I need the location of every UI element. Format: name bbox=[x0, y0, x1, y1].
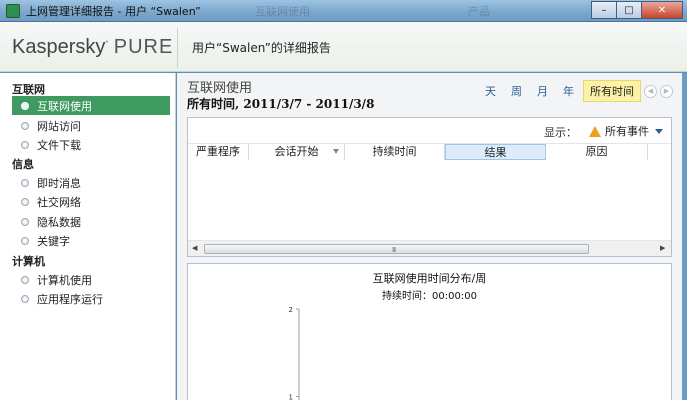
column-header-reason[interactable]: 原因 bbox=[546, 144, 648, 160]
filter-label: 显示： bbox=[544, 126, 577, 139]
scrollbar-thumb[interactable]: III bbox=[204, 244, 589, 254]
sidebar-item-instant-messages[interactable]: 即时消息 bbox=[12, 173, 170, 192]
column-header-label: 会话开始 bbox=[274, 145, 319, 158]
window-frame bbox=[682, 73, 687, 400]
column-header-result[interactable]: 结果 bbox=[445, 144, 546, 160]
background-window-text: 互联网使用 bbox=[255, 5, 310, 18]
chart-plot: 21 bbox=[289, 306, 300, 400]
tab-week[interactable]: 周 bbox=[505, 81, 528, 101]
column-header-duration[interactable]: 持续时间 bbox=[345, 144, 445, 160]
chart-panel: 互联网使用时间分布/周 持续时间：00:00:00 21 bbox=[187, 263, 672, 400]
events-table: 显示： 所有事件 严重程序 会话开始 持续时间 结果 原因 ◀ III ▶ bbox=[187, 117, 672, 257]
sidebar-group-messages: 信息 bbox=[12, 158, 34, 171]
scroll-left-icon[interactable]: ◀ bbox=[192, 244, 197, 252]
header-divider bbox=[177, 28, 178, 68]
next-arrow-icon[interactable]: ▶ bbox=[660, 84, 673, 98]
sidebar-item-label: 互联网使用 bbox=[37, 99, 92, 113]
column-header-filler bbox=[648, 144, 671, 160]
date-range-label: 所有时间, 2011/3/7 - 2011/3/8 bbox=[187, 97, 375, 111]
radio-bullet-icon bbox=[21, 217, 29, 226]
radio-bullet-icon bbox=[21, 236, 29, 245]
column-header-severity[interactable]: 严重程序 bbox=[188, 144, 249, 160]
filter-bar: 显示： 所有事件 bbox=[188, 118, 671, 144]
window-controls: – □ ✕ bbox=[591, 1, 683, 19]
tab-day[interactable]: 天 bbox=[479, 81, 502, 101]
radio-bullet-icon bbox=[21, 140, 29, 149]
section-title: 互联网使用 bbox=[187, 81, 253, 96]
sidebar-item-computer-usage[interactable]: 计算机使用 bbox=[12, 270, 170, 289]
maximize-button[interactable]: □ bbox=[616, 1, 642, 19]
period-tabs: 天 周 月 年 所有时间 ◀ ▶ bbox=[476, 80, 673, 102]
sidebar-item-app-launches[interactable]: 应用程序运行 bbox=[12, 289, 170, 308]
app-header: Kaspersky° PURE 用户“Swalen”的详细报告 bbox=[0, 22, 687, 72]
tab-all-time[interactable]: 所有时间 bbox=[583, 80, 641, 102]
sidebar-item-label: 计算机使用 bbox=[37, 273, 92, 287]
sidebar-item-label: 即时消息 bbox=[37, 176, 81, 190]
tab-year[interactable]: 年 bbox=[557, 81, 580, 101]
filter-value: 所有事件 bbox=[605, 125, 649, 138]
sidebar-item-label: 社交网络 bbox=[37, 195, 81, 209]
minimize-button[interactable]: – bbox=[591, 1, 617, 19]
window-title: 上网管理详细报告 - 用户 “Swalen” bbox=[26, 5, 201, 18]
horizontal-scrollbar[interactable]: ◀ III ▶ bbox=[188, 240, 671, 256]
sidebar-item-label: 关键字 bbox=[37, 234, 70, 248]
sidebar-item-private-data[interactable]: 隐私数据 bbox=[12, 212, 170, 231]
sidebar-item-keywords[interactable]: 关键字 bbox=[12, 231, 170, 250]
close-button[interactable]: ✕ bbox=[641, 1, 683, 19]
sidebar-group-internet: 互联网 bbox=[12, 83, 45, 96]
window-titlebar[interactable]: 上网管理详细报告 - 用户 “Swalen” 互联网使用 产品 – □ ✕ bbox=[0, 0, 687, 22]
radio-bullet-icon bbox=[21, 178, 29, 187]
scroll-right-icon[interactable]: ▶ bbox=[660, 244, 665, 252]
sidebar-group-computer: 计算机 bbox=[12, 255, 45, 268]
prev-arrow-icon[interactable]: ◀ bbox=[644, 84, 657, 98]
logo-product: PURE bbox=[113, 36, 174, 58]
scrollbar-grip: III bbox=[392, 246, 396, 254]
sidebar-item-label: 网站访问 bbox=[37, 119, 81, 133]
column-header-session-start[interactable]: 会话开始 bbox=[249, 144, 345, 160]
radio-bullet-icon bbox=[21, 121, 29, 130]
y-tick-label: 1 bbox=[289, 394, 293, 400]
sidebar-item-social-networks[interactable]: 社交网络 bbox=[12, 192, 170, 211]
radio-bullet-icon bbox=[21, 101, 29, 110]
sidebar-item-file-downloads[interactable]: 文件下载 bbox=[12, 135, 170, 154]
sidebar-item-internet-usage[interactable]: 互联网使用 bbox=[12, 96, 170, 115]
logo-brand: Kaspersky bbox=[12, 36, 106, 58]
kaspersky-logo: Kaspersky° PURE bbox=[12, 36, 174, 58]
sidebar: 互联网 互联网使用 网站访问 文件下载 信息 即时消息 社交网络 隐私数据 关键… bbox=[0, 73, 176, 400]
y-tick-label: 2 bbox=[289, 306, 293, 314]
radio-bullet-icon bbox=[21, 197, 29, 206]
sidebar-item-label: 文件下载 bbox=[37, 138, 81, 152]
radio-bullet-icon bbox=[21, 294, 29, 303]
background-window-text: 产品 bbox=[468, 5, 490, 18]
event-filter-dropdown[interactable]: 所有事件 bbox=[589, 123, 663, 139]
sidebar-item-label: 隐私数据 bbox=[37, 215, 81, 229]
tab-month[interactable]: 月 bbox=[531, 81, 554, 101]
main-content: 互联网使用 所有时间, 2011/3/7 - 2011/3/8 天 周 月 年 … bbox=[177, 73, 687, 400]
radio-bullet-icon bbox=[21, 275, 29, 284]
sort-desc-icon bbox=[333, 149, 339, 154]
warning-icon bbox=[589, 125, 601, 137]
sidebar-item-website-visits[interactable]: 网站访问 bbox=[12, 116, 170, 135]
chevron-down-icon bbox=[655, 128, 663, 134]
report-title: 用户“Swalen”的详细报告 bbox=[192, 41, 331, 55]
kaspersky-app-icon bbox=[6, 4, 20, 18]
sidebar-item-label: 应用程序运行 bbox=[37, 292, 103, 306]
